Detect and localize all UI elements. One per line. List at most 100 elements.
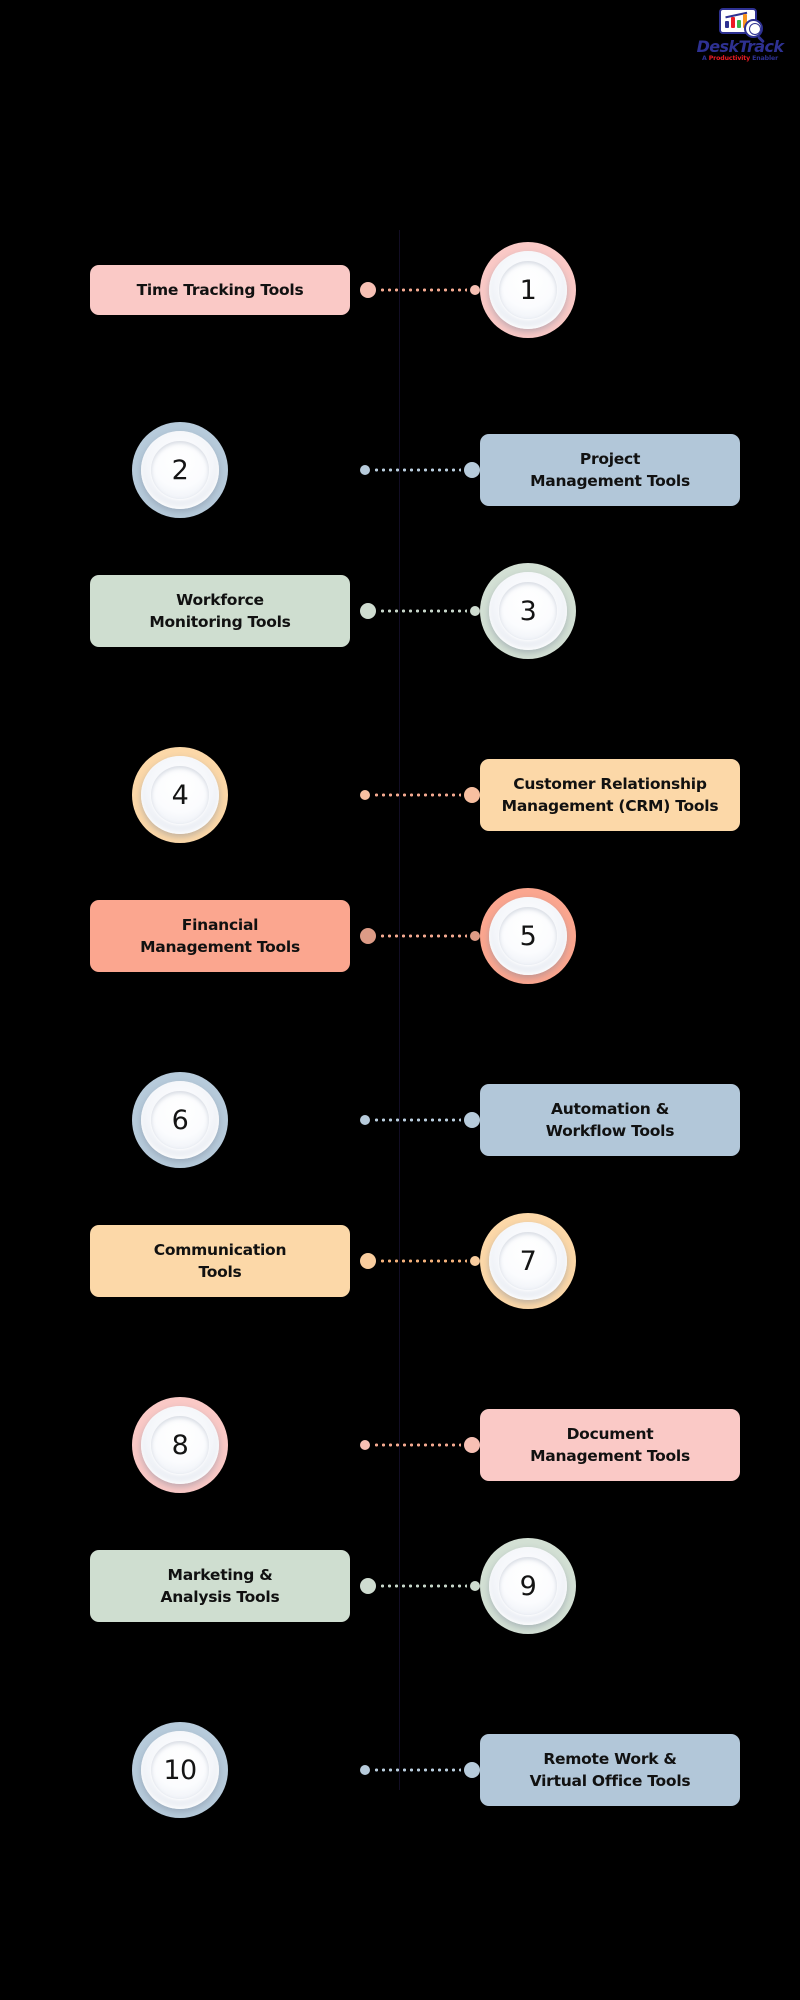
connector-dot-end [470,1256,480,1266]
row-connector-slot [360,603,480,619]
tagline-suffix: Enabler [750,55,779,62]
tagline-highlight: Productivity [708,55,751,62]
step-number: 10 [163,1754,197,1786]
circle-inner-ring: 8 [141,1406,219,1484]
connector-dot-start [360,1440,370,1450]
connector-dot-end [464,787,480,803]
step-number: 7 [519,1245,537,1277]
tool-category-box[interactable]: Customer Relationship Management (CRM) To… [480,759,740,831]
circle-inner-ring: 10 [141,1731,219,1809]
tool-category-box[interactable]: Marketing & Analysis Tools [90,1550,350,1622]
circle-inner-ring: 9 [489,1547,567,1625]
row-connector-slot [360,462,480,478]
infographic-row: Financial Management Tools 5 [0,876,800,996]
step-connector [360,603,480,619]
step-number-circle: 6 [132,1072,228,1168]
row-connector-slot [360,1578,480,1594]
step-number: 3 [519,595,537,627]
circle-inner-ring: 7 [489,1222,567,1300]
step-number: 6 [171,1104,189,1136]
circle-core: 8 [151,1416,209,1474]
brand-tagline: A Productivity Enabler [690,55,790,62]
circle-inner-ring: 5 [489,897,567,975]
row-left-slot: Time Tracking Tools [0,265,360,315]
tool-category-label-line: Document [566,1425,654,1443]
connector-dotted-line [373,468,461,472]
row-connector-slot [360,1762,480,1778]
connector-dotted-line [379,1584,467,1588]
step-number-circle: 7 [480,1213,576,1309]
connector-dot-start [360,1115,370,1125]
infographic-row: 6 Automation & Workflow Tools [0,1060,800,1180]
row-right-slot: 3 [480,563,800,659]
connector-dot-start [360,465,370,475]
row-right-slot: 7 [480,1213,800,1309]
tool-category-box[interactable]: Remote Work & Virtual Office Tools [480,1734,740,1806]
connector-dotted-line [373,1768,461,1772]
row-left-slot: 6 [0,1072,360,1168]
step-number: 4 [171,779,189,811]
tool-category-label-line: Management Tools [140,938,300,956]
row-left-slot: Communication Tools [0,1225,360,1297]
row-connector-slot [360,1253,480,1269]
connector-dot-end [464,1762,480,1778]
tool-category-box[interactable]: Document Management Tools [480,1409,740,1481]
infographic-row: Workforce Monitoring Tools 3 [0,551,800,671]
circle-core: 10 [151,1741,209,1799]
circle-inner-ring: 2 [141,431,219,509]
connector-dot-start [360,1253,376,1269]
tool-category-label-line: Automation & [550,1100,670,1118]
circle-core: 6 [151,1091,209,1149]
tool-category-box[interactable]: Communication Tools [90,1225,350,1297]
step-number-circle: 10 [132,1722,228,1818]
step-connector [360,787,480,803]
step-connector [360,1762,480,1778]
tool-category-box[interactable]: Financial Management Tools [90,900,350,972]
connector-dot-start [360,603,376,619]
circle-inner-ring: 6 [141,1081,219,1159]
tool-category-label-line: Remote Work & [543,1750,677,1768]
step-number: 5 [519,920,537,952]
step-number-circle: 3 [480,563,576,659]
row-left-slot: 2 [0,422,360,518]
row-right-slot: Automation & Workflow Tools [480,1084,800,1156]
tool-category-box[interactable]: Automation & Workflow Tools [480,1084,740,1156]
circle-core: 1 [499,261,557,319]
step-number-circle: 1 [480,242,576,338]
connector-dot-start [360,928,376,944]
connector-dot-end [470,606,480,616]
row-right-slot: 5 [480,888,800,984]
step-number-circle: 9 [480,1538,576,1634]
brand-logo[interactable]: DeskTrack A Productivity Enabler [690,8,790,66]
infographic-row: 8 Document Management Tools [0,1385,800,1505]
step-connector [360,1112,480,1128]
row-left-slot: 8 [0,1397,360,1493]
tool-category-label-line: Communication [153,1241,287,1259]
tool-category-box[interactable]: Time Tracking Tools [90,265,350,315]
step-connector [360,1578,480,1594]
connector-dot-end [470,285,480,295]
infographic-row: Communication Tools 7 [0,1201,800,1321]
tagline-prefix: A [701,55,709,62]
tool-category-box[interactable]: Workforce Monitoring Tools [90,575,350,647]
connector-dotted-line [379,934,467,938]
row-right-slot: Project Management Tools [480,434,800,506]
row-connector-slot [360,1112,480,1128]
row-connector-slot [360,282,480,298]
row-right-slot: Customer Relationship Management (CRM) To… [480,759,800,831]
tool-category-label-line: Virtual Office Tools [529,1772,691,1790]
brand-name: DeskTrack [696,37,784,56]
connector-dotted-line [373,793,461,797]
connector-dotted-line [373,1118,461,1122]
row-left-slot: Financial Management Tools [0,900,360,972]
connector-dot-start [360,1765,370,1775]
row-right-slot: Document Management Tools [480,1409,800,1481]
infographic-row: 10 Remote Work & Virtual Office Tools [0,1710,800,1830]
step-number-circle: 5 [480,888,576,984]
tool-category-label-line: Tools [198,1263,242,1281]
connector-dot-end [464,462,480,478]
tool-category-box[interactable]: Project Management Tools [480,434,740,506]
tool-category-label-line: Workflow Tools [545,1122,675,1140]
connector-dotted-line [379,609,467,613]
row-right-slot: Remote Work & Virtual Office Tools [480,1734,800,1806]
